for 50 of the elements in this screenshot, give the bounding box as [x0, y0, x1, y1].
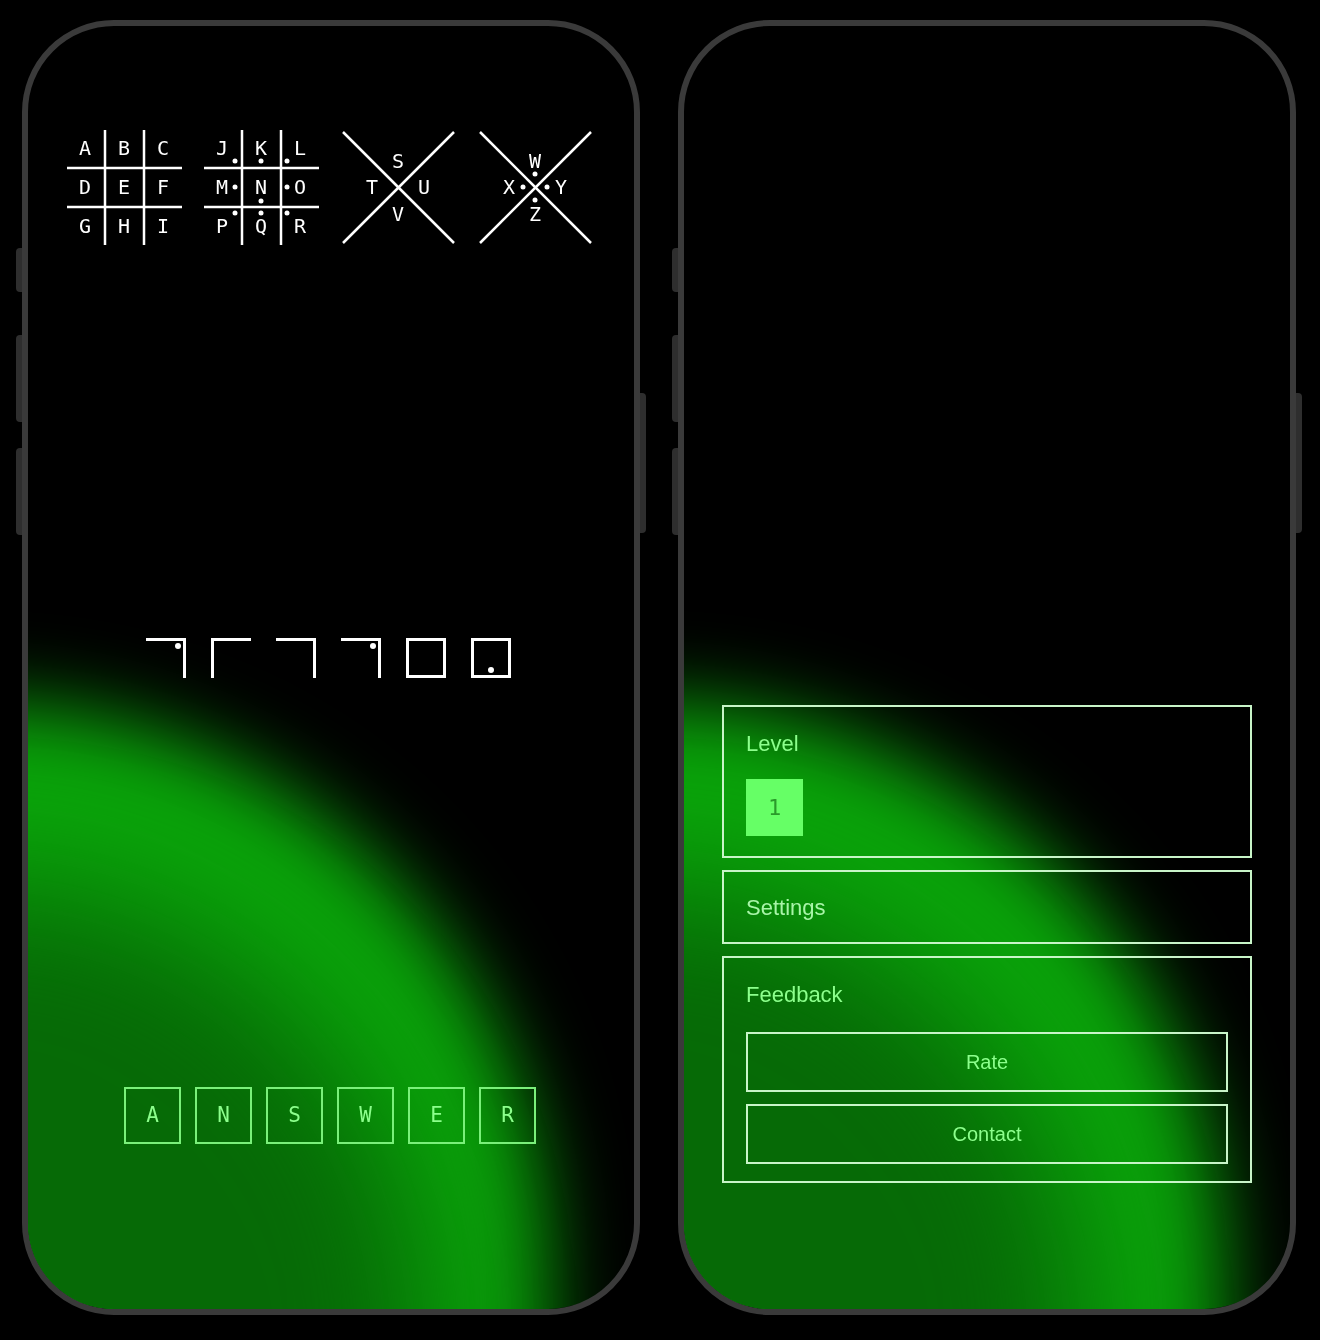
key-letter: C	[157, 136, 169, 160]
grid-lines-icon	[204, 130, 319, 245]
key-letter: U	[418, 175, 430, 199]
key-letter: K	[255, 136, 267, 160]
cross-lines-icon	[479, 131, 592, 244]
feedback-button[interactable]: Rate	[746, 1032, 1228, 1092]
key-letter: P	[216, 214, 228, 238]
side-button[interactable]	[672, 448, 678, 535]
key-letter: T	[366, 175, 378, 199]
side-button[interactable]	[16, 248, 22, 292]
key-letter: L	[294, 136, 306, 160]
key-letter: V	[392, 202, 404, 226]
key-letter: D	[79, 175, 91, 199]
answer-tile[interactable]: S	[266, 1087, 323, 1144]
key-letter: J	[216, 136, 228, 160]
side-button[interactable]	[1296, 393, 1302, 533]
key-letter: W	[529, 149, 541, 173]
side-button[interactable]	[672, 335, 678, 422]
key-letter: M	[216, 175, 228, 199]
cross-lines-icon	[342, 131, 455, 244]
key-letter: Q	[255, 214, 267, 238]
side-button[interactable]	[16, 448, 22, 535]
key-letter: H	[118, 214, 130, 238]
card-title: Feedback	[746, 981, 844, 1009]
key-letter: I	[157, 214, 169, 238]
key-letter: O	[294, 175, 306, 199]
settings-card[interactable]: Settings	[722, 870, 1252, 944]
key-letter: S	[392, 149, 404, 173]
key-letter: G	[79, 214, 91, 238]
answer-tile[interactable]: R	[479, 1087, 536, 1144]
key-letter: B	[118, 136, 130, 160]
answer-tile[interactable]: A	[124, 1087, 181, 1144]
key-letter: Z	[529, 202, 541, 226]
answer-tile[interactable]: N	[195, 1087, 252, 1144]
key-letter: A	[79, 136, 91, 160]
key-letter: N	[255, 175, 267, 199]
key-letter: X	[503, 175, 515, 199]
grid-lines-icon	[67, 130, 182, 245]
answer-tile[interactable]: E	[408, 1087, 465, 1144]
key-letter: F	[157, 175, 169, 199]
side-button[interactable]	[640, 393, 646, 533]
level-option[interactable]: 1	[746, 779, 803, 836]
key-letter: E	[118, 175, 130, 199]
answer-tile[interactable]: W	[337, 1087, 394, 1144]
side-button[interactable]	[672, 248, 678, 292]
key-letter: R	[294, 214, 306, 238]
side-button[interactable]	[16, 335, 22, 422]
feedback-button[interactable]: Contact	[746, 1104, 1228, 1164]
card-title: Level	[746, 730, 800, 758]
key-letter: Y	[555, 175, 567, 199]
